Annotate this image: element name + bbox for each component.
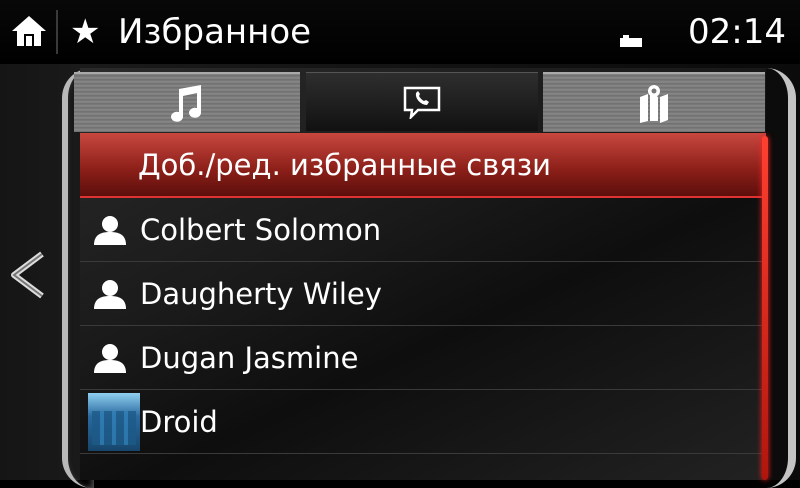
scrollbar[interactable]	[762, 136, 768, 480]
header-bar: ★ Избранное 02:14	[0, 0, 800, 64]
favorites-list: Доб./ред. избранные связи Colbert Solomo…	[80, 133, 766, 454]
clock: 02:14	[688, 12, 786, 52]
tab-communication[interactable]	[306, 72, 538, 131]
person-icon	[94, 279, 126, 309]
contact-name: Dugan Jasmine	[140, 340, 359, 375]
battery-icon	[620, 35, 642, 47]
person-icon	[94, 343, 126, 373]
list-item[interactable]: Daugherty Wiley	[80, 262, 766, 326]
contact-name: Daugherty Wiley	[140, 276, 382, 311]
phone-message-icon	[403, 86, 441, 119]
contact-name: Droid	[140, 404, 218, 439]
contact-name: Colbert Solomon	[140, 212, 382, 247]
header-divider	[56, 10, 58, 54]
add-edit-favorites-item[interactable]: Доб./ред. избранные связи	[80, 133, 766, 198]
list-item[interactable]: Dugan Jasmine	[80, 326, 766, 390]
person-icon	[94, 215, 126, 245]
tab-music[interactable]	[74, 72, 300, 132]
music-note-icon	[171, 85, 201, 122]
list-item[interactable]: Colbert Solomon	[80, 198, 766, 262]
map-pin-icon	[640, 85, 668, 123]
list-item[interactable]: Droid	[80, 390, 766, 454]
star-icon: ★	[70, 12, 101, 52]
device-thumbnail	[88, 392, 140, 451]
home-icon[interactable]	[10, 12, 48, 50]
page-title: Избранное	[118, 12, 312, 52]
tab-navigation[interactable]	[543, 72, 765, 132]
list-item-label: Доб./ред. избранные связи	[138, 147, 551, 182]
back-chevron-icon[interactable]	[4, 248, 50, 302]
